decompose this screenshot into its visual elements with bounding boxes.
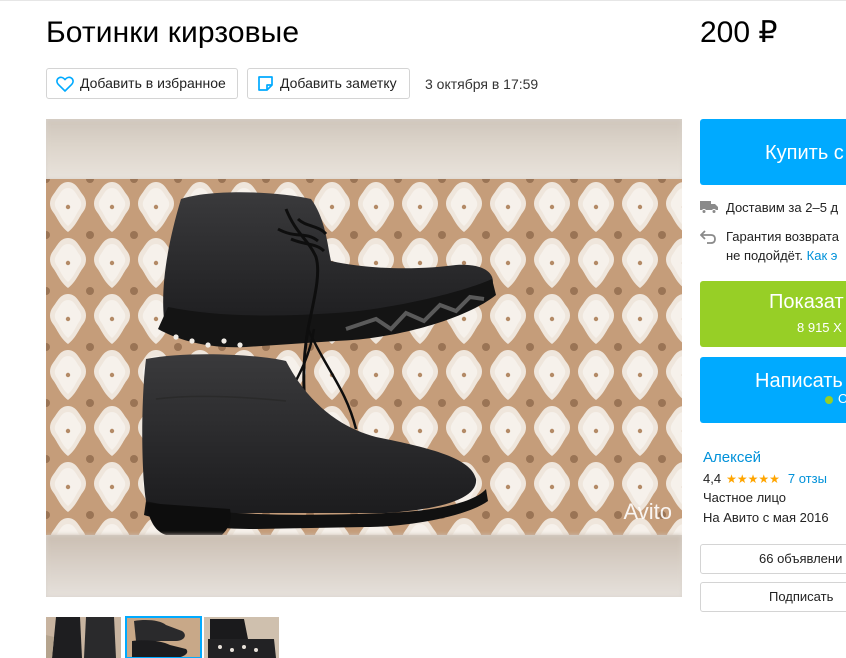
- subscribe-label: Подписать: [769, 589, 834, 604]
- thumbnail-2[interactable]: [125, 616, 202, 658]
- thumbnail-3[interactable]: [204, 617, 279, 658]
- guarantee-line-2: не подойдёт.: [726, 248, 804, 263]
- online-indicator: [825, 396, 833, 404]
- main-photo[interactable]: Avito: [46, 119, 682, 597]
- add-note-label: Добавить заметку: [280, 75, 397, 91]
- listing-title: Ботинки кирзовые: [46, 16, 300, 49]
- thumbnail-1[interactable]: [46, 617, 121, 658]
- seller-ads-label: 66 объявлени: [759, 551, 843, 566]
- photo-blur-top: [46, 119, 682, 179]
- guarantee-link[interactable]: Как э: [807, 248, 838, 263]
- photo-blur-bottom: [46, 535, 682, 597]
- add-to-favorites-button[interactable]: Добавить в избранное: [46, 68, 238, 99]
- subscribe-button[interactable]: Подписать: [700, 582, 846, 612]
- online-status: О: [838, 391, 846, 406]
- top-divider: [0, 0, 846, 1]
- listing-date: 3 октября в 17:59: [425, 76, 539, 92]
- reviews-link[interactable]: 7 отзы: [788, 471, 827, 486]
- buy-button[interactable]: Купить с: [700, 119, 846, 185]
- note-icon: [258, 76, 273, 91]
- truck-icon: [700, 201, 718, 214]
- rating-stars: ★★★★★: [726, 471, 780, 486]
- guarantee-line-1: Гарантия возврата: [726, 229, 839, 244]
- add-note-button[interactable]: Добавить заметку: [247, 68, 410, 99]
- buy-button-label: Купить с: [765, 142, 844, 164]
- listing-price: 200 ₽: [700, 16, 778, 49]
- seller-since: На Авито с мая 2016: [703, 510, 829, 525]
- rating-value: 4,4: [703, 471, 722, 486]
- show-phone-label: Показат: [769, 291, 844, 313]
- seller-name-link[interactable]: Алексей: [703, 449, 761, 466]
- seller-rating: 4,4 ★★★★★ 7 отзы: [703, 471, 827, 486]
- write-message-button[interactable]: Написать О: [700, 357, 846, 423]
- seller-type: Частное лицо: [703, 490, 786, 505]
- add-to-favorites-label: Добавить в избранное: [80, 75, 226, 91]
- delivery-text: Доставим за 2–5 д: [726, 200, 839, 215]
- return-arrow-icon: [700, 230, 716, 244]
- write-message-label: Написать: [755, 370, 843, 392]
- avito-watermark: Avito: [623, 499, 672, 524]
- phone-number-partial: 8 915 Х: [797, 320, 842, 335]
- seller-ads-button[interactable]: 66 объявлени: [700, 544, 846, 574]
- heart-icon: [56, 76, 74, 92]
- boots-photo: Avito: [46, 179, 682, 535]
- show-phone-button[interactable]: Показат 8 915 Х: [700, 281, 846, 347]
